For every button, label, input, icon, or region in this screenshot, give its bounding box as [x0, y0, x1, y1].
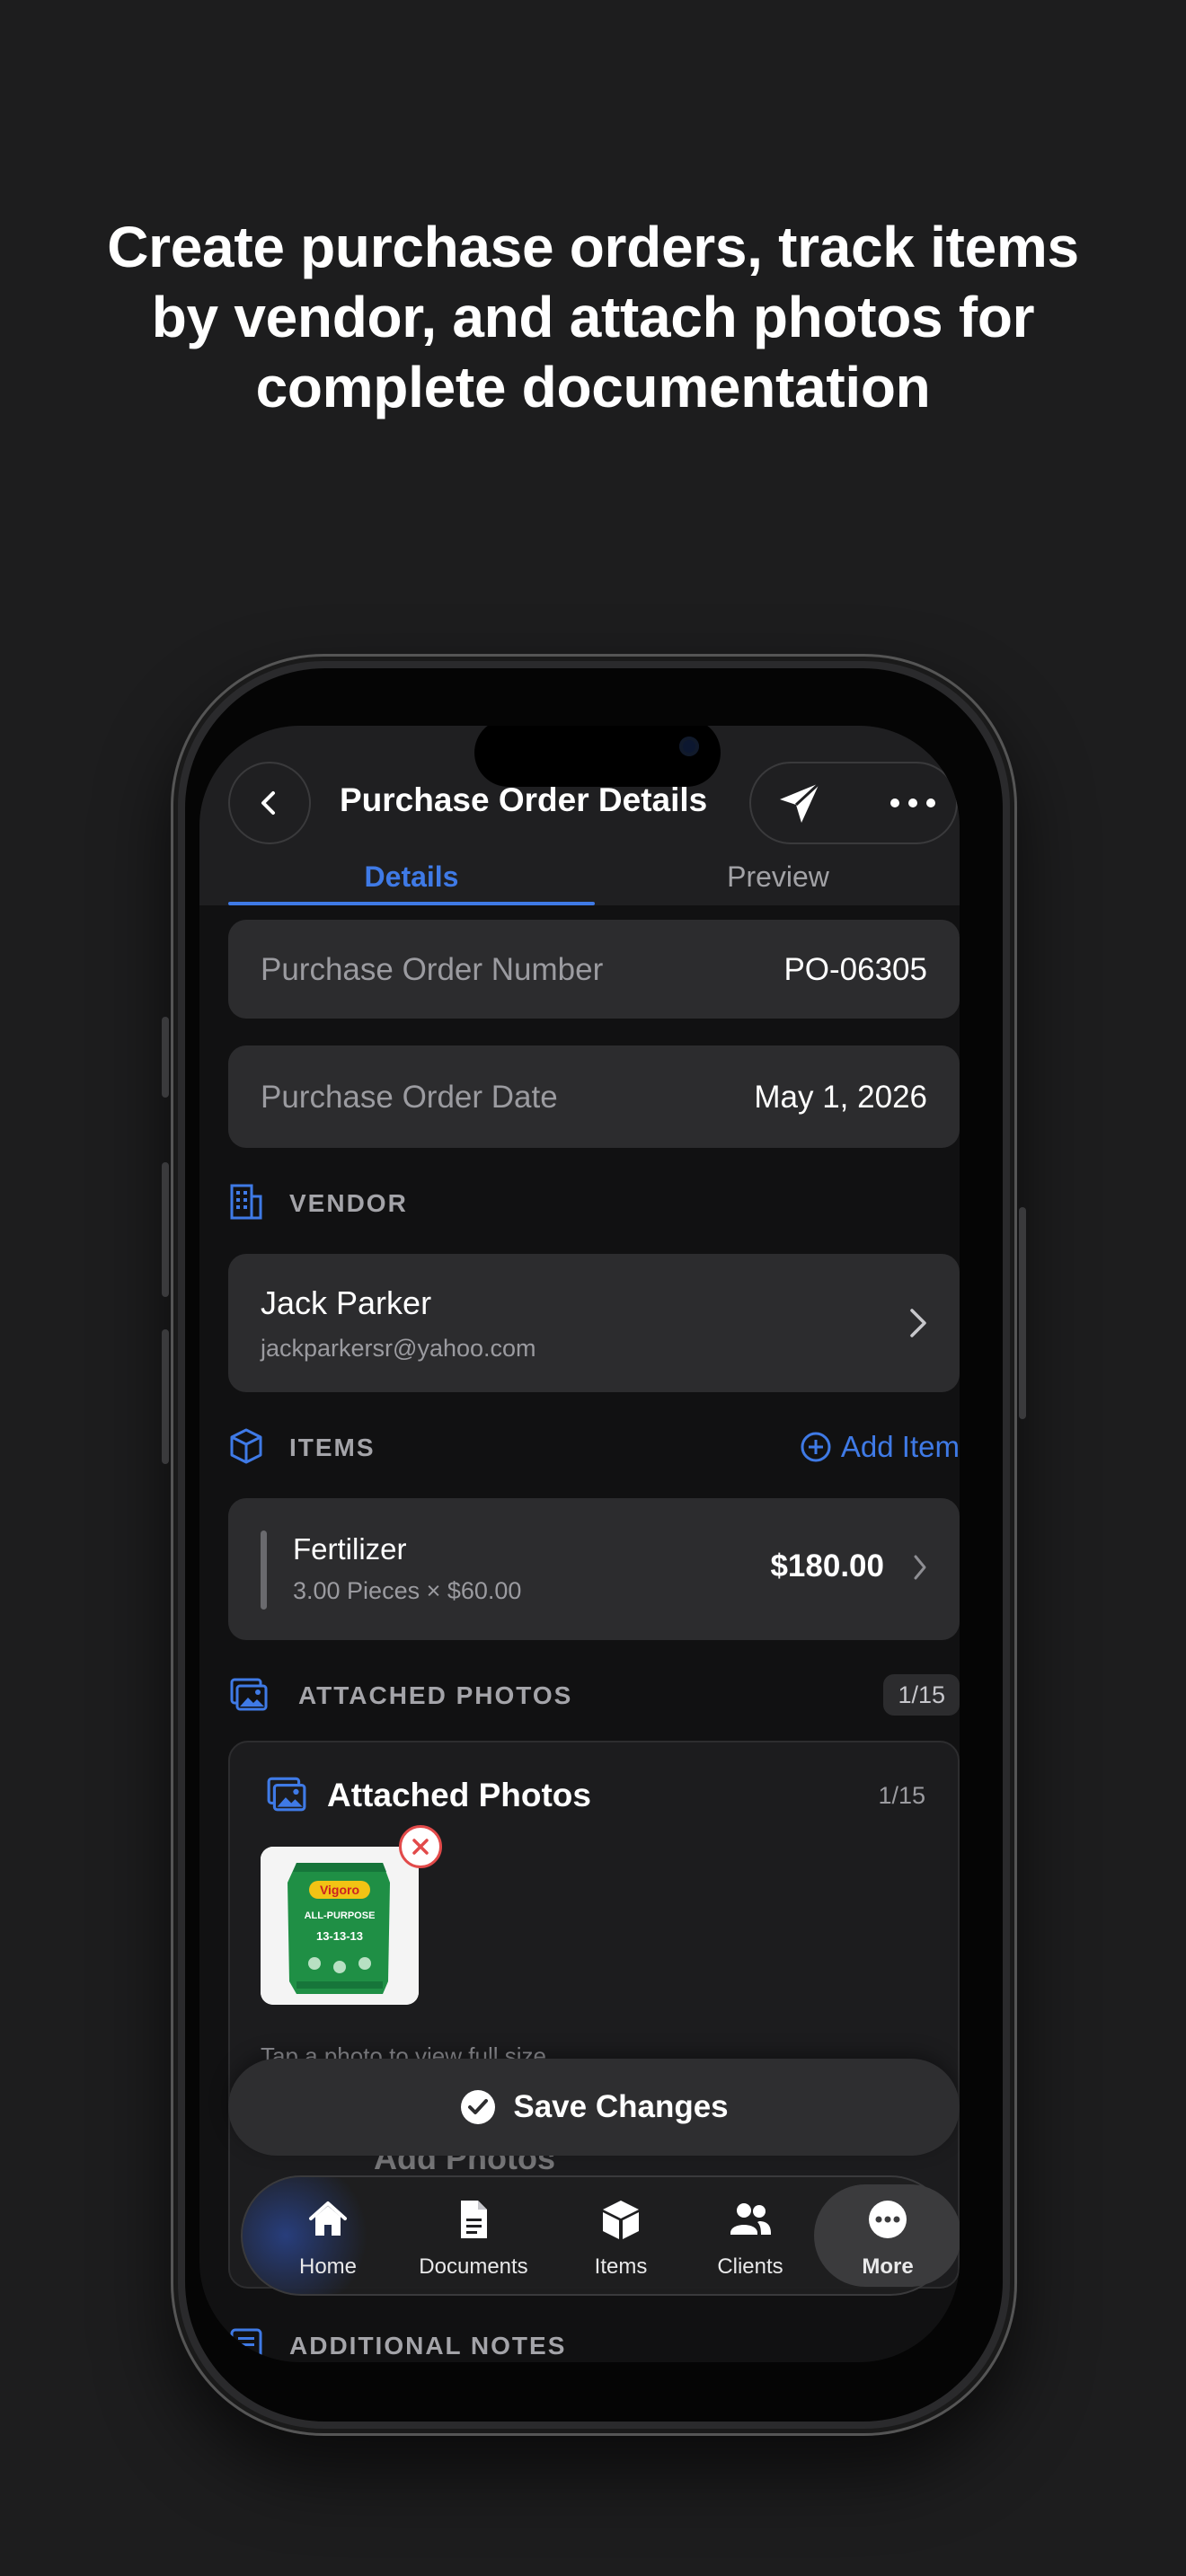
tab-clients-label: Clients: [717, 2254, 783, 2279]
po-number-value: PO-06305: [783, 952, 927, 987]
tab-more-label: More: [862, 2254, 914, 2279]
vendor-email: jackparkersr@yahoo.com: [261, 1335, 536, 1362]
box-icon: [230, 1428, 262, 1464]
segment-tabs: Details Preview: [228, 860, 931, 905]
header-actions: [749, 762, 958, 844]
ellipsis-circle-icon: [869, 2201, 907, 2238]
photos-count-badge: 1/15: [883, 1674, 960, 1716]
plus-circle-icon: [801, 1432, 831, 1462]
fertilizer-bag-image: Vigoro ALL-PURPOSE 13-13-13: [261, 1847, 419, 2005]
items-section-label: ITEMS: [289, 1434, 376, 1461]
bag-line-2: 13-13-13: [316, 1929, 363, 1943]
headline: Create purchase orders, track items by v…: [0, 212, 1186, 422]
item-detail: 3.00 Pieces × $60.00: [293, 1577, 522, 1604]
items-section-header: ITEMS Add Item: [228, 1426, 960, 1471]
photos-icon: [230, 1678, 268, 1711]
vendor-section-label: VENDOR: [289, 1189, 408, 1217]
save-changes-label: Save Changes: [513, 2089, 729, 2124]
house-icon: [309, 2201, 347, 2236]
headline-line-2: by vendor, and attach photos for: [151, 285, 1035, 349]
volume-down-button: [162, 1329, 169, 1464]
tab-documents[interactable]: Documents: [406, 2177, 541, 2294]
item-color-bar: [261, 1531, 267, 1610]
po-date-label: Purchase Order Date: [261, 1080, 558, 1115]
document-icon: [461, 2201, 487, 2238]
item-name: Fertilizer: [293, 1532, 407, 1566]
bottom-tab-bar: Home Documents Items Clients More: [241, 2175, 960, 2296]
tab-home[interactable]: Home: [261, 2177, 395, 2294]
close-icon: [412, 1839, 429, 1855]
save-changes-button[interactable]: Save Changes: [228, 2059, 960, 2156]
action-button: [162, 1017, 169, 1098]
notes-icon: [230, 2328, 262, 2360]
headline-line-3: complete documentation: [255, 355, 931, 419]
item-row[interactable]: Fertilizer 3.00 Pieces × $60.00 $180.00: [228, 1498, 960, 1640]
back-button[interactable]: [228, 762, 311, 844]
tab-items-label: Items: [594, 2254, 648, 2279]
page-title: Purchase Order Details: [340, 781, 708, 818]
tab-clients[interactable]: Clients: [683, 2177, 818, 2294]
active-tab-indicator: [228, 902, 595, 905]
remove-photo-button[interactable]: [399, 1825, 442, 1868]
notes-section-header: ADDITIONAL NOTES: [228, 2325, 960, 2362]
photos-card-title: Attached Photos: [327, 1777, 591, 1813]
chevron-right-icon: [910, 1309, 926, 1337]
photos-section-header: ATTACHED PHOTOS 1/15: [228, 1674, 960, 1719]
chevron-right-icon: [914, 1555, 926, 1580]
photos-section-label: ATTACHED PHOTOS: [298, 1681, 573, 1709]
photos-icon: [267, 1777, 306, 1812]
vendor-name: Jack Parker: [261, 1284, 432, 1321]
tab-documents-label: Documents: [419, 2254, 528, 2279]
photos-card-count: 1/15: [878, 1782, 925, 1809]
bag-brand: Vigoro: [320, 1883, 359, 1897]
po-number-row[interactable]: Purchase Order Number PO-06305: [228, 920, 960, 1019]
po-number-label: Purchase Order Number: [261, 952, 604, 987]
tab-preview[interactable]: Preview: [595, 860, 960, 894]
tab-details[interactable]: Details: [228, 860, 595, 894]
chevron-left-icon: [261, 791, 275, 815]
po-date-row[interactable]: Purchase Order Date May 1, 2026: [228, 1045, 960, 1148]
headline-line-1: Create purchase orders, track items: [107, 215, 1079, 279]
tab-home-label: Home: [298, 2254, 358, 2279]
vendor-card[interactable]: Jack Parker jackparkersr@yahoo.com: [228, 1254, 960, 1392]
volume-up-button: [162, 1162, 169, 1297]
vendor-section-header: VENDOR: [228, 1182, 960, 1227]
po-date-value: May 1, 2026: [754, 1080, 927, 1115]
send-button[interactable]: [773, 776, 827, 830]
add-item-label: Add Item: [840, 1430, 960, 1463]
tab-more[interactable]: More: [820, 2177, 955, 2294]
camera-icon: [679, 737, 699, 756]
app-screen: Purchase Order Details Details Preview P…: [199, 726, 960, 2362]
people-icon: [730, 2203, 771, 2235]
add-item-button[interactable]: Add Item: [800, 1430, 960, 1464]
box-icon: [603, 2201, 639, 2239]
ellipsis-icon: [890, 798, 935, 807]
paper-plane-icon: [780, 781, 821, 823]
building-icon: [230, 1184, 262, 1220]
item-total: $180.00: [770, 1548, 884, 1584]
more-options-button[interactable]: [886, 783, 940, 823]
photo-thumbnail[interactable]: Vigoro ALL-PURPOSE 13-13-13: [261, 1847, 419, 2005]
dynamic-island: [474, 726, 721, 787]
notes-section-label: ADDITIONAL NOTES: [289, 2332, 567, 2360]
phone-frame: Purchase Order Details Details Preview P…: [162, 654, 1026, 2436]
tab-items[interactable]: Items: [553, 2177, 688, 2294]
bag-line-1: ALL-PURPOSE: [305, 1910, 376, 1921]
checkmark-circle-icon: [461, 2090, 496, 2124]
side-button: [1019, 1207, 1026, 1419]
